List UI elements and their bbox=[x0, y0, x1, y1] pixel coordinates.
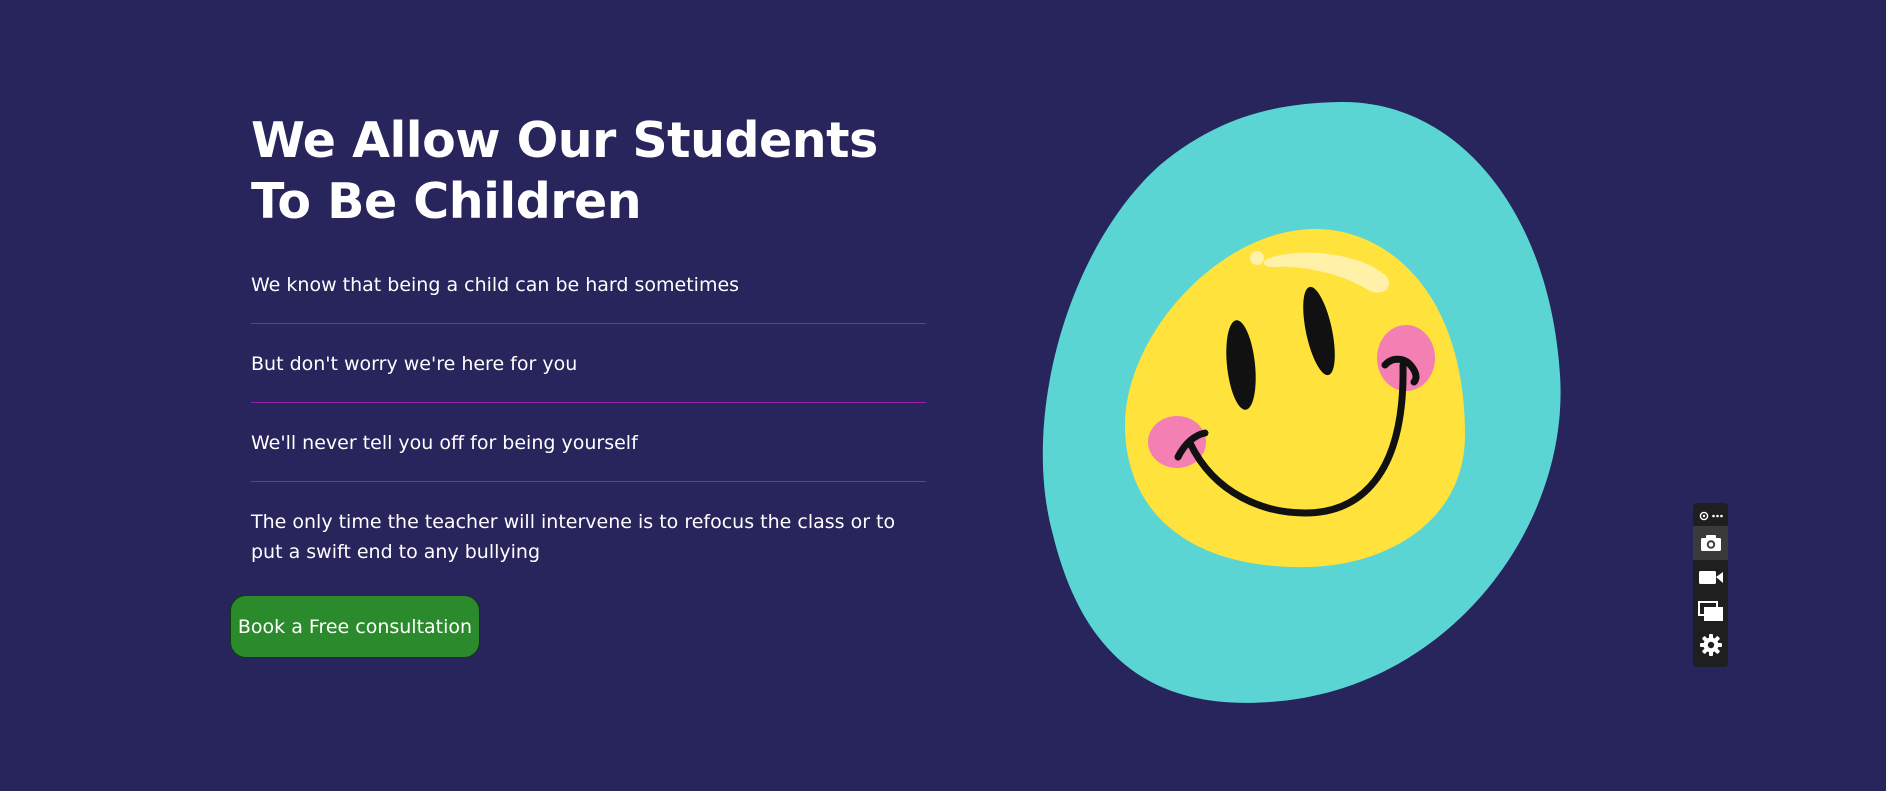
hero-headline: We Allow Our Students To Be Children bbox=[251, 112, 878, 230]
hero-content: We Allow Our Students To Be Children We … bbox=[251, 110, 926, 567]
list-item: We know that being a child can be hard s… bbox=[251, 270, 926, 324]
video-icon bbox=[1698, 571, 1723, 584]
list-item: But don't worry we're here for you bbox=[251, 349, 926, 403]
capture-toolbar bbox=[1693, 503, 1728, 667]
capture-window-button[interactable] bbox=[1693, 594, 1728, 628]
capture-extension-icon[interactable] bbox=[1699, 511, 1709, 521]
book-consultation-button[interactable]: Book a Free consultation bbox=[230, 595, 480, 658]
record-video-button[interactable] bbox=[1693, 560, 1728, 594]
settings-icon bbox=[1699, 634, 1722, 656]
more-icon[interactable] bbox=[1711, 514, 1723, 518]
window-icon bbox=[1697, 601, 1723, 621]
hero-points-list: We know that being a child can be hard s… bbox=[251, 270, 926, 567]
camera-icon bbox=[1700, 535, 1721, 551]
toolbar-header bbox=[1693, 506, 1728, 526]
smiley-face-icon bbox=[1042, 101, 1561, 703]
settings-button[interactable] bbox=[1693, 628, 1728, 662]
list-item: We'll never tell you off for being yours… bbox=[251, 428, 926, 482]
hero-section: We Allow Our Students To Be Children We … bbox=[0, 0, 1886, 791]
list-item: The only time the teacher will intervene… bbox=[251, 511, 896, 563]
screenshot-button[interactable] bbox=[1693, 526, 1728, 560]
face-highlight-dot bbox=[1250, 251, 1264, 265]
